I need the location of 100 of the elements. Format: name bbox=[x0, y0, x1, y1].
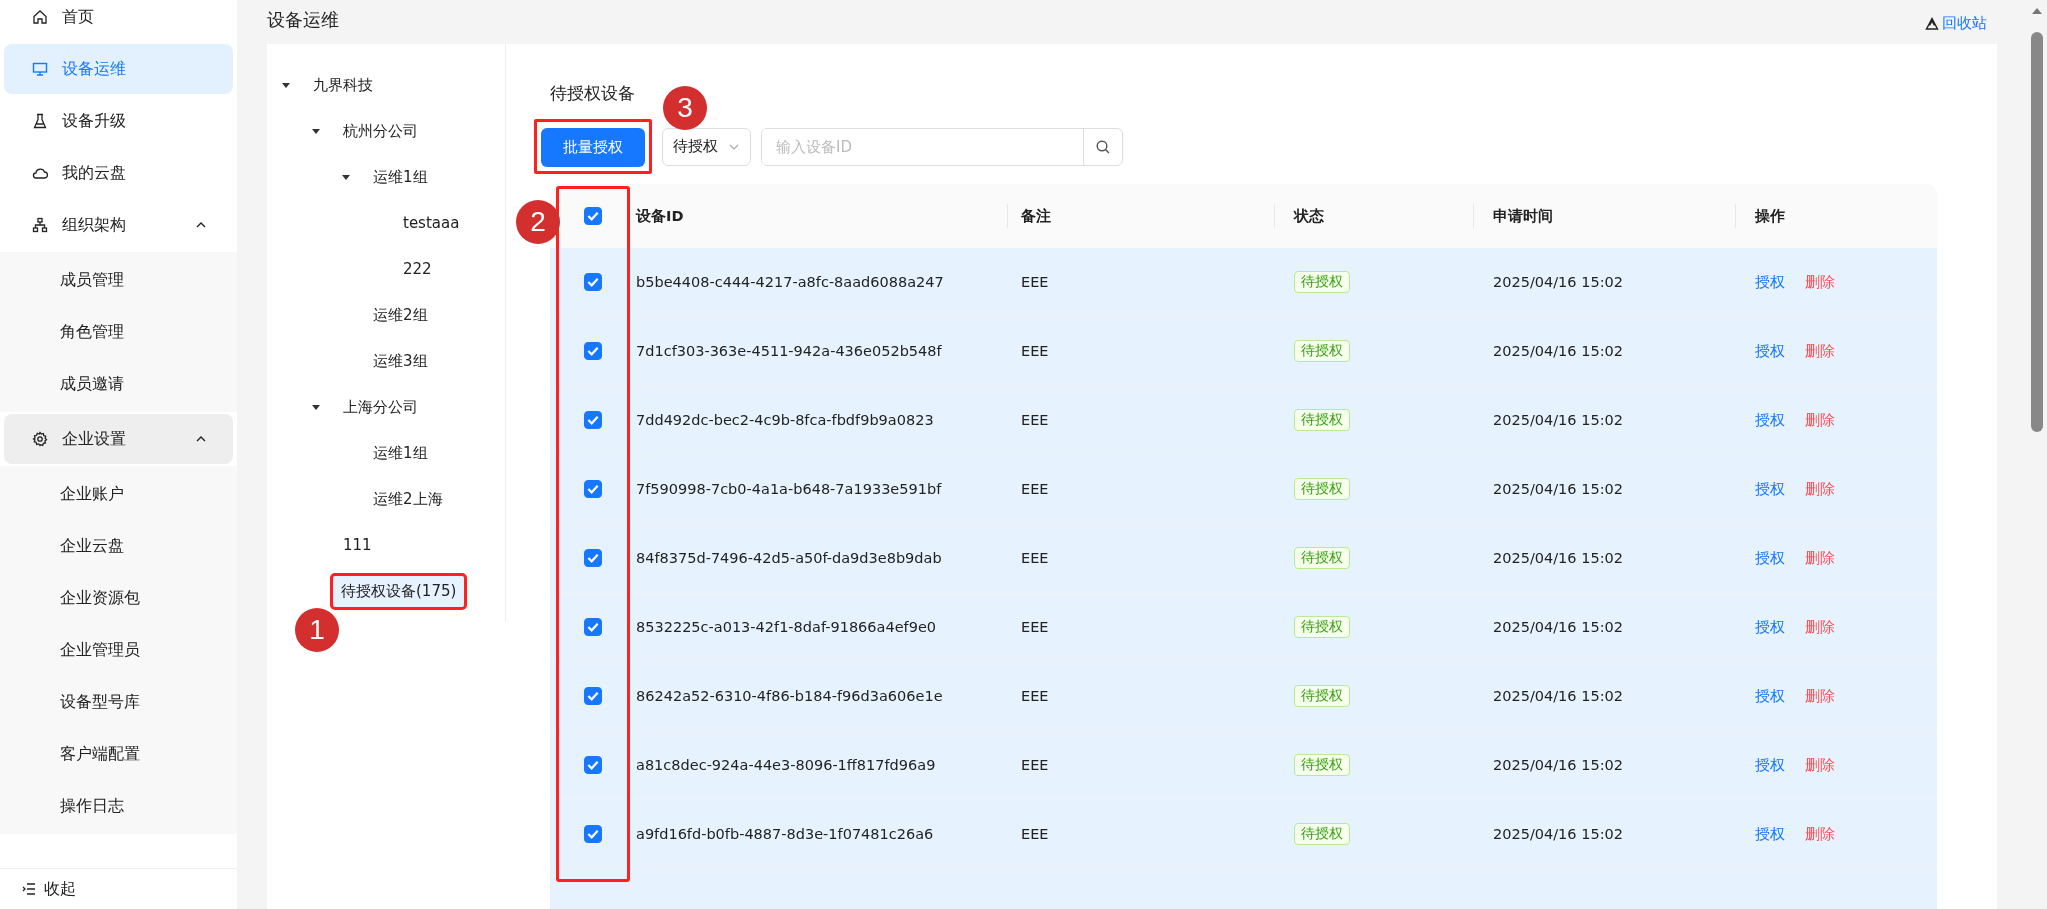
table-cell: 86242a52-6310-4f86-b184-f96d3a606e1e bbox=[636, 688, 943, 704]
table-row[interactable]: b5be4408-c444-4217-a8fc-8aad6088a247 EEE 待授权 2025/04/16 15:02 授权 删除 bbox=[550, 248, 1937, 317]
search-box[interactable]: 输入设备ID bbox=[761, 127, 1123, 166]
sidebar-subitem[interactable]: 企业资源包 bbox=[0, 572, 237, 624]
column-header: 备注 bbox=[1021, 206, 1051, 226]
status-tag: 待授权 bbox=[1294, 409, 1350, 431]
authorize-link[interactable]: 授权 bbox=[1755, 548, 1785, 568]
checkbox[interactable] bbox=[584, 825, 602, 843]
table-row[interactable]: a81c8dec-924a-44e3-8096-1ff817fd96a9 EEE 待授权 2025/04/16 15:02 授权 删除 bbox=[550, 731, 1937, 800]
sidebar-subitem[interactable]: 成员管理 bbox=[0, 254, 237, 306]
sidebar-item[interactable]: 组织架构 bbox=[4, 200, 233, 250]
checkbox[interactable] bbox=[584, 207, 602, 225]
authorize-link[interactable]: 授权 bbox=[1755, 755, 1785, 775]
status-tag: 待授权 bbox=[1294, 685, 1350, 707]
table-cell: 2025/04/16 15:02 bbox=[1493, 412, 1623, 428]
table-row[interactable]: 7f590998-7cb0-4a1a-b648-7a1933e591bf EEE 待授权 2025/04/16 15:02 授权 删除 bbox=[550, 455, 1937, 524]
tree-node[interactable]: 杭州分公司 bbox=[341, 117, 420, 145]
sidebar-subitem[interactable]: 企业账户 bbox=[0, 468, 237, 520]
tree-node[interactable]: 九界科技 bbox=[311, 71, 375, 99]
home-icon bbox=[32, 9, 48, 25]
caret-down-icon[interactable] bbox=[281, 80, 291, 90]
status-tag: 待授权 bbox=[1294, 616, 1350, 638]
checkbox[interactable] bbox=[584, 411, 602, 429]
status-tag: 待授权 bbox=[1294, 271, 1350, 293]
recycle-bin-link[interactable]: 回收站 bbox=[1925, 14, 1987, 33]
checkbox[interactable] bbox=[584, 273, 602, 291]
sidebar-item[interactable]: 设备升级 bbox=[4, 96, 233, 146]
table-cell: a9fd16fd-b0fb-4887-8d3e-1f07481c26a6 bbox=[636, 826, 934, 842]
table-cell: 2025/04/16 15:02 bbox=[1493, 688, 1623, 704]
search-icon bbox=[1095, 138, 1111, 155]
table-cell: 7f590998-7cb0-4a1a-b648-7a1933e591bf bbox=[636, 481, 942, 497]
status-tag: 待授权 bbox=[1294, 478, 1350, 500]
sidebar-subitem[interactable]: 企业管理员 bbox=[0, 624, 237, 676]
column-header: 操作 bbox=[1755, 206, 1785, 226]
batch-authorize-button[interactable]: 批量授权 bbox=[541, 128, 645, 167]
authorize-link[interactable]: 授权 bbox=[1755, 479, 1785, 499]
table-cell: 2025/04/16 15:02 bbox=[1493, 757, 1623, 773]
sidebar-item[interactable]: 首页 bbox=[4, 0, 233, 42]
checkbox[interactable] bbox=[584, 480, 602, 498]
annotation-marker: 1 bbox=[295, 607, 339, 652]
table-row[interactable]: 8532225c-a013-42f1-8daf-91866a4ef9e0 EEE 待授权 2025/04/16 15:02 授权 删除 bbox=[550, 593, 1937, 662]
tree-node[interactable]: 上海分公司 bbox=[341, 393, 420, 421]
table-row[interactable]: 7dd492dc-bec2-4c9b-8fca-fbdf9b9a0823 EEE 待授权 2025/04/16 15:02 授权 删除 bbox=[550, 386, 1937, 455]
sidebar-subitem[interactable]: 设备型号库 bbox=[0, 676, 237, 728]
authorize-link[interactable]: 授权 bbox=[1755, 824, 1785, 844]
checkbox[interactable] bbox=[584, 618, 602, 636]
sidebar-subitem[interactable]: 角色管理 bbox=[0, 306, 237, 358]
sidebar-subitem[interactable]: 客户端配置 bbox=[0, 728, 237, 780]
settings-icon bbox=[32, 431, 48, 447]
tree-node[interactable]: 运维1组 bbox=[371, 439, 430, 467]
collapse-icon bbox=[22, 883, 36, 895]
sidebar-subitem[interactable]: 操作日志 bbox=[0, 780, 237, 832]
table-row[interactable]: 7d1cf303-363e-4511-942a-436e052b548f EEE 待授权 2025/04/16 15:02 授权 删除 bbox=[550, 317, 1937, 386]
annotation-marker: 2 bbox=[516, 200, 560, 244]
sidebar-item[interactable]: 企业设置 bbox=[4, 414, 233, 464]
table-cell: 2025/04/16 15:02 bbox=[1493, 550, 1623, 566]
table-cell: 2025/04/16 15:02 bbox=[1493, 826, 1623, 842]
table-cell: 2025/04/16 15:02 bbox=[1493, 619, 1623, 635]
table-cell: EEE bbox=[1021, 343, 1049, 359]
tree-node[interactable]: 111 bbox=[341, 532, 374, 558]
column-header: 设备ID bbox=[636, 206, 684, 226]
authorize-link[interactable]: 授权 bbox=[1755, 410, 1785, 430]
table-cell: a81c8dec-924a-44e3-8096-1ff817fd96a9 bbox=[636, 757, 936, 773]
monitor-icon bbox=[32, 61, 48, 77]
tree-node[interactable]: 运维2上海 bbox=[371, 485, 445, 513]
tree-node[interactable]: testaaa bbox=[401, 210, 462, 236]
table-cell: 7d1cf303-363e-4511-942a-436e052b548f bbox=[636, 343, 942, 359]
status-select[interactable]: 待授权 bbox=[662, 127, 751, 166]
caret-down-icon[interactable] bbox=[311, 402, 321, 412]
table-row[interactable]: 86242a52-6310-4f86-b184-f96d3a606e1e EEE 待授权 2025/04/16 15:02 授权 删除 bbox=[550, 662, 1937, 731]
status-tag: 待授权 bbox=[1294, 823, 1350, 845]
sidebar-subitem[interactable]: 企业云盘 bbox=[0, 520, 237, 572]
column-header: 申请时间 bbox=[1493, 206, 1553, 226]
status-tag: 待授权 bbox=[1294, 340, 1350, 362]
checkbox[interactable] bbox=[584, 687, 602, 705]
sidebar-subitem[interactable]: 成员邀请 bbox=[0, 358, 237, 410]
scroll-up-icon[interactable] bbox=[2032, 8, 2042, 14]
table-row[interactable]: 84f8375d-7496-42d5-a50f-da9d3e8b9dab EEE 待授权 2025/04/16 15:02 授权 删除 bbox=[550, 524, 1937, 593]
table-cell: 8532225c-a013-42f1-8daf-91866a4ef9e0 bbox=[636, 619, 937, 635]
table-cell: EEE bbox=[1021, 550, 1049, 566]
tree-node[interactable]: 运维1组 bbox=[371, 163, 430, 191]
tree-node[interactable]: 运维2组 bbox=[371, 301, 430, 329]
checkbox[interactable] bbox=[584, 756, 602, 774]
checkbox[interactable] bbox=[584, 549, 602, 567]
table-cell: EEE bbox=[1021, 481, 1049, 497]
checkbox[interactable] bbox=[584, 342, 602, 360]
tree-node[interactable]: 运维3组 bbox=[371, 347, 430, 375]
authorize-link[interactable]: 授权 bbox=[1755, 341, 1785, 361]
authorize-link[interactable]: 授权 bbox=[1755, 617, 1785, 637]
sidebar-item[interactable]: 我的云盘 bbox=[4, 148, 233, 198]
authorize-link[interactable]: 授权 bbox=[1755, 686, 1785, 706]
table-row[interactable]: a9fd16fd-b0fb-4887-8d3e-1f07481c26a6 EEE 待授权 2025/04/16 15:02 授权 删除 bbox=[550, 800, 1937, 869]
caret-down-icon[interactable] bbox=[341, 172, 351, 182]
tree-node[interactable]: 222 bbox=[401, 256, 434, 282]
scrollbar-thumb[interactable] bbox=[2031, 32, 2043, 432]
caret-down-icon[interactable] bbox=[311, 126, 321, 136]
table-cell: EEE bbox=[1021, 757, 1049, 773]
sidebar-item[interactable]: 设备运维 bbox=[4, 44, 233, 94]
status-tag: 待授权 bbox=[1294, 547, 1350, 569]
authorize-link[interactable]: 授权 bbox=[1755, 272, 1785, 292]
